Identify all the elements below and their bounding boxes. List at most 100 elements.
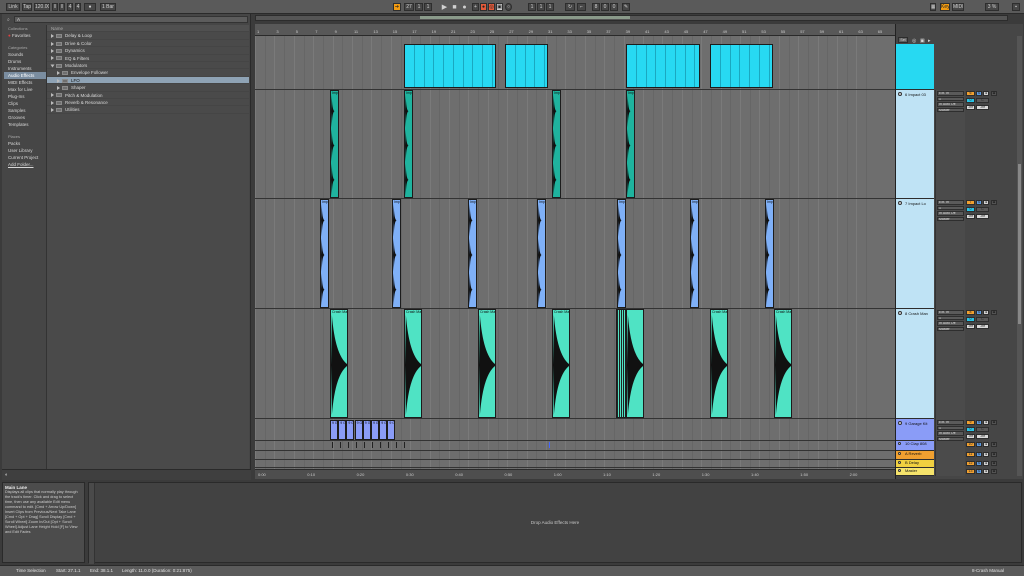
audio-clip[interactable]: Imp — [468, 199, 477, 308]
beat-time-ruler[interactable]: 1 3 5 7 9 11 13 15 17 19 21 23 25 27 29 31 33 35 37 39 41 43 4… — [255, 24, 895, 36]
track-activator-icon[interactable] — [898, 452, 901, 455]
io-chooser[interactable]: 1 — [937, 205, 964, 210]
loop-switch-icon[interactable]: ↻ — [565, 3, 575, 11]
volume-field[interactable]: 0 — [966, 317, 975, 322]
io-chooser[interactable]: In Auto Off — [937, 321, 964, 326]
audio-clip[interactable]: Imp — [537, 199, 546, 308]
io-chooser[interactable]: Ext. In — [937, 91, 964, 96]
midi-clip[interactable]: 9 G — [362, 420, 371, 440]
nudge-up-button[interactable]: ‖ — [59, 3, 65, 11]
list-item[interactable]: EQ & Filters — [47, 55, 249, 62]
io-chooser[interactable]: Ext. In — [937, 420, 964, 425]
track-lane[interactable] — [255, 36, 895, 90]
audio-clip[interactable]: Imp — [765, 199, 774, 308]
fold-button[interactable]: ▣ — [991, 200, 997, 205]
loop-len-bar[interactable]: 8 — [592, 3, 600, 11]
track-activator-icon[interactable] — [898, 461, 901, 464]
sidebar-item-instruments[interactable]: Instruments — [4, 65, 46, 72]
fold-button[interactable]: ▣ — [991, 469, 997, 474]
io-chooser[interactable]: 1 — [937, 315, 964, 320]
pan-field[interactable]: C — [976, 317, 989, 322]
list-item[interactable]: Modulators — [47, 62, 249, 70]
track-activator-icon[interactable] — [898, 421, 902, 425]
group-header[interactable] — [896, 44, 934, 90]
list-item[interactable]: Drive & Color — [47, 40, 249, 48]
loop-start-six[interactable]: 1 — [546, 3, 554, 11]
track-on-button[interactable]: 6 — [966, 91, 975, 96]
midi-clip[interactable]: 9 G — [371, 420, 379, 440]
metronome-button[interactable]: ● — [84, 3, 96, 11]
send-a-field[interactable]: -inf — [966, 105, 975, 110]
expand-icon[interactable] — [51, 93, 54, 98]
audio-clip[interactable]: Crash Ma — [330, 309, 348, 418]
expand-icon[interactable] — [51, 34, 54, 39]
follow-button[interactable]: ➔ — [393, 3, 401, 11]
meter-numerator[interactable]: 4 — [67, 3, 73, 11]
summary-clip[interactable] — [505, 44, 548, 88]
arm-button[interactable]: ● — [983, 420, 989, 425]
scrollbar-thumb[interactable] — [1018, 164, 1021, 324]
preview-icon[interactable]: ◐ — [5, 472, 8, 478]
pan-field[interactable]: C — [976, 427, 989, 432]
device-view[interactable]: Drop Audio Effects Here — [88, 482, 1022, 564]
fold-button[interactable]: ▣ — [991, 461, 997, 466]
audio-clip[interactable]: Crash Ma — [774, 309, 792, 418]
send-a-field[interactable]: -inf — [966, 214, 975, 219]
io-chooser[interactable]: In Auto Off — [937, 211, 964, 216]
fold-button[interactable]: ▣ — [991, 310, 997, 315]
session-record-button[interactable]: ◎ — [488, 3, 495, 11]
audio-clip[interactable]: Imp — [690, 199, 699, 308]
arm-button[interactable]: ● — [983, 200, 989, 205]
sidebar-item-sounds[interactable]: Sounds — [4, 51, 46, 58]
track-lane[interactable] — [255, 460, 895, 468]
arm-button[interactable]: ● — [983, 461, 989, 466]
sidebar-item-samples[interactable]: Samples — [4, 107, 46, 114]
track-on-button[interactable]: 10 — [966, 442, 975, 447]
overdub-button[interactable]: + — [472, 3, 479, 11]
audio-clip[interactable]: Crash Ma — [404, 309, 422, 418]
audio-clip[interactable]: Crash Ma — [552, 309, 570, 418]
track-on-button[interactable]: 12 — [966, 461, 975, 466]
summary-clip[interactable] — [404, 44, 496, 88]
track-lane[interactable] — [255, 451, 895, 460]
midi-clip[interactable]: 9 G — [354, 420, 363, 440]
arm-button[interactable]: ● — [983, 310, 989, 315]
expand-icon[interactable] — [51, 48, 54, 53]
track-header[interactable]: 9 Garage Kit — [896, 419, 934, 441]
midi-clip[interactable]: 9 G — [346, 420, 355, 440]
expand-icon[interactable] — [51, 108, 54, 113]
audio-clip[interactable]: Imp — [392, 199, 401, 308]
io-chooser[interactable]: Master — [937, 216, 964, 221]
automation-arm-button[interactable]: ● — [480, 3, 487, 11]
track-on-button[interactable]: 9 — [966, 420, 975, 425]
audio-clip[interactable] — [616, 309, 626, 418]
solo-button[interactable]: S — [976, 91, 982, 96]
punch-button[interactable]: ▣ — [496, 3, 503, 11]
link-button[interactable]: Link — [6, 3, 20, 11]
punch-in-icon[interactable]: ⌐ — [577, 3, 586, 11]
capture-icon[interactable]: ○ — [505, 3, 512, 11]
track-lane[interactable] — [255, 309, 895, 419]
loop-start-bar[interactable]: 1 — [528, 3, 536, 11]
expand-icon[interactable] — [51, 100, 54, 105]
track-lane[interactable] — [255, 441, 895, 451]
fold-button[interactable]: ▣ — [991, 442, 997, 447]
io-chooser[interactable]: In Auto Off — [937, 102, 964, 107]
track-on-button[interactable]: 11 — [966, 452, 975, 457]
sidebar-item-templates[interactable]: Templates — [4, 121, 46, 128]
sidebar-item-grooves[interactable]: Grooves — [4, 114, 46, 121]
loop-len-beat[interactable]: 0 — [601, 3, 609, 11]
track-on-button[interactable]: 13 — [966, 469, 975, 474]
stop-icon[interactable]: ■ — [450, 3, 459, 11]
sidebar-item-favorites[interactable]: ● Favorites — [4, 32, 46, 39]
send-b-field[interactable]: -inf — [976, 214, 989, 219]
track-activator-icon[interactable] — [898, 92, 902, 96]
solo-button[interactable]: S — [976, 200, 982, 205]
midi-map-button[interactable]: MIDI — [952, 3, 964, 11]
solo-button[interactable]: S — [976, 452, 982, 457]
track-header[interactable]: 6 Impact 03 — [896, 90, 934, 199]
arm-button[interactable]: ● — [983, 469, 989, 474]
midi-clip[interactable]: 9 G — [379, 420, 388, 440]
track-header[interactable]: Master — [896, 468, 934, 476]
sidebar-item-audio-effects[interactable]: Audio Effects — [4, 72, 46, 79]
